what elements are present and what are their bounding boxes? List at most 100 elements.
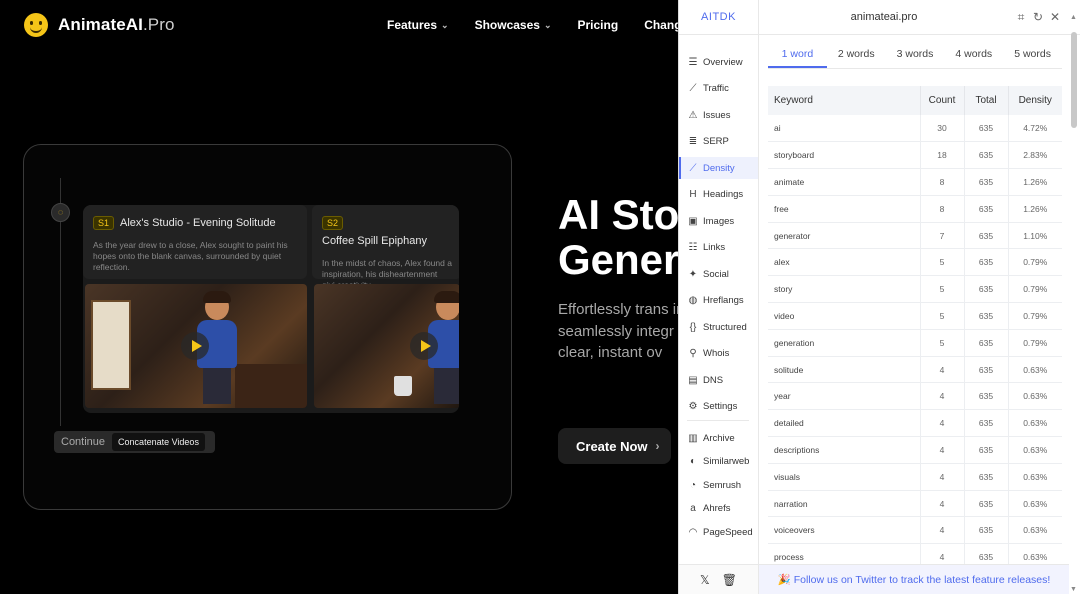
sidebar-item-images[interactable]: ▣ Images xyxy=(679,210,758,232)
sidebar-item-links[interactable]: ☷ Links xyxy=(679,237,758,259)
hero-title: AI Sto Gener xyxy=(558,192,679,282)
sidebar-tool-archive[interactable]: ▥ Archive xyxy=(679,427,758,449)
cell-density: 1.26% xyxy=(1008,195,1062,223)
concatenate-videos-button[interactable]: Concatenate Videos xyxy=(112,433,205,451)
sidebar-tool-semrush[interactable]: ◔ Semrush xyxy=(679,474,758,496)
sidebar-item-serp[interactable]: ≣ SERP xyxy=(679,131,758,153)
cell-density: 0.63% xyxy=(1008,382,1062,411)
sidebar-tool-label: Archive xyxy=(703,432,735,444)
sidebar-item-whois[interactable]: ⚲ Whois xyxy=(679,343,758,365)
scene-header: S2Coffee Spill Epiphany In the midst of … xyxy=(312,205,459,290)
tab-1-word[interactable]: 1 word xyxy=(768,43,827,68)
nav-link-pricing[interactable]: Pricing xyxy=(578,18,619,32)
cell-density: 0.63% xyxy=(1008,516,1062,545)
scene-card[interactable]: S2Coffee Spill Epiphany In the midst of … xyxy=(312,205,459,413)
sidebar-item-overview[interactable]: ☰ Overview xyxy=(679,51,758,73)
sidebar-item-label: Structured xyxy=(703,321,747,333)
cell-count: 4 xyxy=(920,490,965,518)
cell-count: 5 xyxy=(920,248,965,277)
cell-count: 7 xyxy=(920,222,965,250)
table-header-row: Keyword Count Total Density xyxy=(768,86,1062,115)
crop-icon[interactable]: ⌗ xyxy=(1013,9,1029,25)
cell-keyword: narration xyxy=(768,490,921,518)
easel-canvas xyxy=(91,300,131,390)
nav-link-features[interactable]: Features ⌄ xyxy=(387,18,449,32)
loading-spinner-icon: ◌ xyxy=(51,203,70,222)
scene-thumbnail[interactable] xyxy=(85,284,307,408)
cell-count: 8 xyxy=(920,195,965,223)
cell-total: 635 xyxy=(964,248,1009,277)
image-icon: ▣ xyxy=(688,215,698,227)
tab-2-word[interactable]: 2 words xyxy=(827,43,886,68)
tab-4-word[interactable]: 4 words xyxy=(944,43,1003,68)
sidebar-tool-ahrefs[interactable]: a Ahrefs xyxy=(679,498,758,520)
play-icon[interactable] xyxy=(410,332,438,360)
chart-line-icon: ⟋ xyxy=(689,83,697,94)
logo-name: AnimateAI xyxy=(58,15,143,34)
column-header-density[interactable]: Density xyxy=(1008,86,1062,115)
tab-5-word[interactable]: 5 words xyxy=(1003,43,1062,68)
cell-count: 4 xyxy=(920,356,965,384)
cell-keyword: ai xyxy=(768,115,921,143)
sidebar-item-density[interactable]: ⟋ Density xyxy=(679,157,758,179)
table-row: ai 30 635 4.72% xyxy=(768,115,1062,143)
x-twitter-icon[interactable]: 𝕏 xyxy=(700,573,710,587)
scene-header: S1 Alex's Studio - Evening Solitude As th… xyxy=(83,205,307,279)
sidebar-item-label: DNS xyxy=(703,374,724,386)
cell-density: 0.79% xyxy=(1008,329,1062,357)
panel-footer: 𝕏 🗑 🎉 Follow us on Twitter to track the … xyxy=(679,564,1069,594)
sidebar-item-social[interactable]: ✦ Social xyxy=(679,263,758,285)
scroll-down-icon[interactable]: ▼ xyxy=(1070,586,1077,593)
sidebar-item-headings[interactable]: H Headings xyxy=(679,184,758,206)
speed-icon: ◠ xyxy=(688,526,698,538)
refresh-icon[interactable]: ↻ xyxy=(1030,9,1046,25)
tab-3-word[interactable]: 3 words xyxy=(886,43,945,68)
cell-count: 4 xyxy=(920,436,965,464)
archive-icon: ▥ xyxy=(688,432,698,444)
cell-count: 30 xyxy=(920,115,965,143)
cell-density: 1.26% xyxy=(1008,168,1062,196)
column-header-count[interactable]: Count xyxy=(920,86,965,115)
sidebar-item-dns[interactable]: ▤ DNS xyxy=(679,369,758,391)
sidebar-item-structured[interactable]: {} Structured xyxy=(679,316,758,338)
panel-brand[interactable]: AITDK xyxy=(679,0,759,35)
panel-header: AITDK animateai.pro ⌗ ↻ ✕ xyxy=(679,0,1080,35)
column-header-total[interactable]: Total xyxy=(964,86,1009,115)
scene-description: As the year drew to a close, Alex sought… xyxy=(93,240,288,272)
sidebar-tool-similarweb[interactable]: ◐ Similarweb xyxy=(679,451,758,473)
sidebar-item-label: Density xyxy=(703,162,735,174)
heading-icon: H xyxy=(689,189,697,200)
cell-density: 0.79% xyxy=(1008,302,1062,330)
cell-total: 635 xyxy=(964,409,1009,438)
scene-thumbnail[interactable] xyxy=(314,284,459,408)
play-icon[interactable] xyxy=(181,332,209,360)
column-header-keyword[interactable]: Keyword xyxy=(768,86,921,115)
trash-icon[interactable]: 🗑 xyxy=(722,573,737,587)
sidebar-item-settings[interactable]: ⚙ Settings xyxy=(679,396,758,418)
table-row: detailed 4 635 0.63% xyxy=(768,409,1062,438)
create-now-button[interactable]: Create Now › xyxy=(558,428,671,464)
cell-keyword: storyboard xyxy=(768,141,921,170)
sidebar-tool-label: Semrush xyxy=(703,479,742,491)
sidebar-item-traffic[interactable]: ⟋ Traffic xyxy=(679,78,758,100)
scene-card[interactable]: S1 Alex's Studio - Evening Solitude As th… xyxy=(83,205,309,413)
footer-announcement[interactable]: 🎉 Follow us on Twitter to track the late… xyxy=(759,565,1069,594)
desk xyxy=(235,364,307,408)
panel-scrollbar[interactable]: ▲ ▼ xyxy=(1069,14,1079,594)
scroll-thumb[interactable] xyxy=(1071,32,1077,128)
sidebar-tool-pagespeed[interactable]: ◠ PageSpeed xyxy=(679,521,758,543)
scroll-up-icon[interactable]: ▲ xyxy=(1070,14,1077,21)
table-row: storyboard 18 635 2.83% xyxy=(768,141,1062,170)
cell-total: 635 xyxy=(964,329,1009,357)
continue-button[interactable]: Continue xyxy=(54,436,112,448)
close-icon[interactable]: ✕ xyxy=(1047,9,1063,25)
chevron-right-icon: › xyxy=(655,439,660,453)
sidebar-item-issues[interactable]: ⚠ Issues xyxy=(679,104,758,126)
cell-density: 0.63% xyxy=(1008,490,1062,518)
sidebar-tool-label: Ahrefs xyxy=(703,503,731,514)
scene-tag: S2 xyxy=(322,215,344,230)
sidebar-item-hreflangs[interactable]: ◍ Hreflangs xyxy=(679,290,758,312)
site-logo[interactable]: AnimateAI.Pro xyxy=(24,13,175,37)
cell-keyword: detailed xyxy=(768,409,921,438)
nav-link-showcases[interactable]: Showcases ⌄ xyxy=(475,18,552,32)
